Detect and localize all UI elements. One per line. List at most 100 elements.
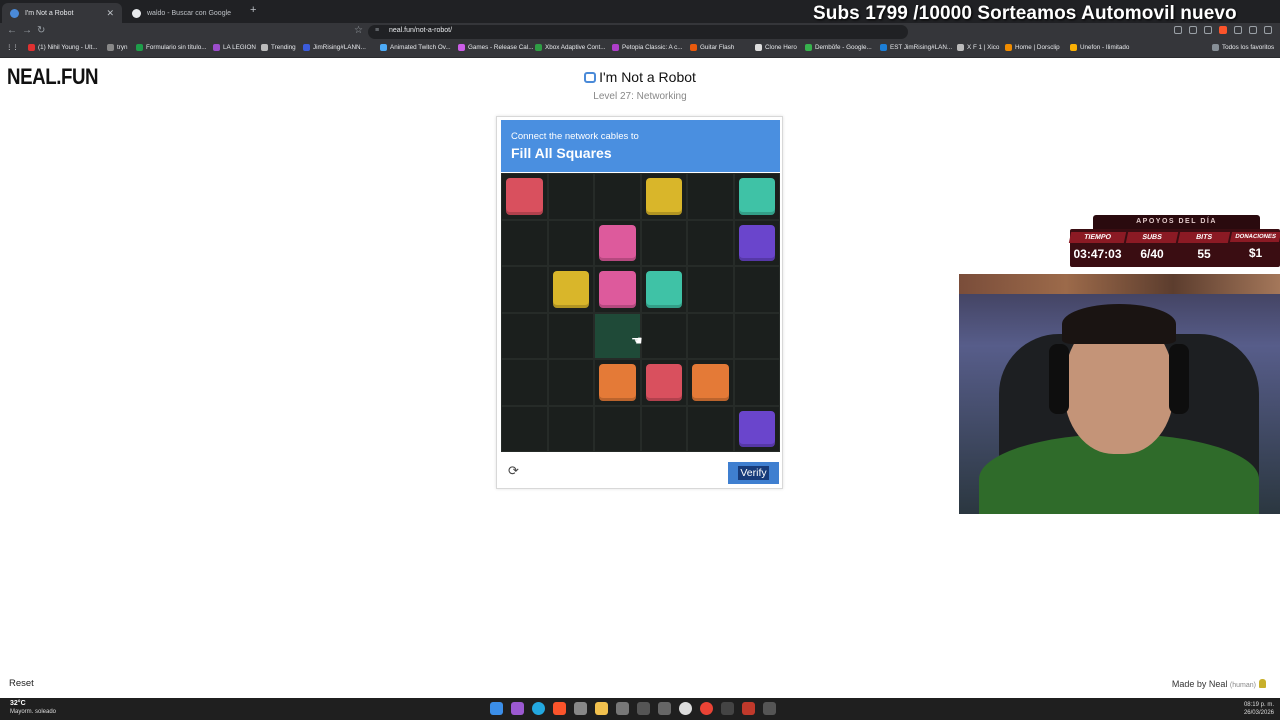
grid-cell[interactable] (733, 405, 780, 452)
grid-cell[interactable] (594, 405, 641, 452)
zoom-icon[interactable] (1189, 26, 1197, 34)
tab-waldo-search[interactable]: waldo - Buscar con Google (124, 3, 246, 23)
bookmark-item[interactable]: Petopia Classic: A c... (612, 44, 683, 51)
sidebar-icon[interactable] (1234, 26, 1242, 34)
bookmark-item[interactable]: LA LEGION (213, 44, 256, 51)
bookmark-item[interactable]: tryn (107, 44, 128, 51)
bookmark-item[interactable]: JimRising#LANN... (303, 44, 366, 51)
app-icon[interactable] (616, 702, 629, 715)
back-icon[interactable]: ← (7, 25, 17, 36)
network-node[interactable] (645, 178, 682, 215)
bookmark-item[interactable]: Clone Hero (755, 44, 797, 51)
site-info-icon[interactable]: ≡ (375, 27, 379, 34)
grid-cell[interactable] (733, 219, 780, 266)
bookmark-item[interactable]: Guitar Flash (690, 44, 734, 51)
media-icon[interactable] (721, 702, 734, 715)
bookmark-item[interactable]: Home | Dorsclip (1005, 44, 1060, 51)
forward-icon[interactable]: → (22, 25, 32, 36)
bookmark-item[interactable]: EST JimRising#LAN... (880, 44, 952, 51)
weather-widget[interactable]: 32°C Mayorm. soleado (10, 700, 56, 716)
grid-cell[interactable] (640, 312, 687, 359)
verify-button[interactable]: Verify (728, 462, 779, 484)
network-node[interactable] (645, 271, 682, 308)
grid-cell[interactable] (733, 266, 780, 313)
grid-cell[interactable] (640, 219, 687, 266)
refresh-icon[interactable]: ⟳ (506, 463, 521, 478)
network-node[interactable] (552, 271, 589, 308)
brave-icon[interactable] (553, 702, 566, 715)
bookmark-item[interactable]: Xbox Adaptive Cont... (535, 44, 606, 51)
grid-cell[interactable] (594, 266, 641, 313)
grid-cell[interactable] (547, 312, 594, 359)
app-icon[interactable] (637, 702, 650, 715)
grid-cell[interactable] (733, 173, 780, 220)
grid-cell[interactable] (547, 405, 594, 452)
bookmark-item[interactable]: Games - Release Cal... (458, 44, 533, 51)
tab-im-not-a-robot[interactable]: I'm Not a Robot ✕ (2, 3, 122, 23)
app-icon[interactable] (763, 702, 776, 715)
grid-cell[interactable] (547, 219, 594, 266)
grid-cell[interactable] (501, 173, 548, 220)
close-tab-icon[interactable]: ✕ (106, 8, 114, 19)
new-tab-icon[interactable]: + (250, 4, 256, 16)
network-node[interactable] (738, 178, 775, 215)
bookmark-item[interactable]: Formulario sin título... (136, 44, 207, 51)
grid-cell[interactable] (687, 359, 734, 406)
grid-cell[interactable] (687, 405, 734, 452)
menu-icon[interactable] (1264, 26, 1272, 34)
bookmark-item[interactable]: Animated Twitch Ov... (380, 44, 451, 51)
grid-cell[interactable] (733, 312, 780, 359)
app-icon[interactable] (574, 702, 587, 715)
edge-icon[interactable] (532, 702, 545, 715)
apps-icon[interactable]: ⋮⋮ (6, 44, 19, 51)
settings-icon[interactable] (658, 702, 671, 715)
bookmark-item[interactable]: (1) Nihil Young - Ult... (28, 44, 98, 51)
network-node[interactable] (599, 271, 636, 308)
network-node[interactable] (599, 364, 636, 401)
grid-cell[interactable] (687, 312, 734, 359)
bookmark-item[interactable]: Trending (261, 44, 296, 51)
grid-cell[interactable] (640, 266, 687, 313)
app-icon[interactable] (511, 702, 524, 715)
grid-cell[interactable] (547, 266, 594, 313)
chrome-icon[interactable] (700, 702, 713, 715)
network-node[interactable] (738, 224, 775, 261)
grid-cell[interactable] (640, 173, 687, 220)
share-icon[interactable] (1204, 26, 1212, 34)
grid-cell[interactable] (733, 359, 780, 406)
reload-icon[interactable]: ↻ (37, 25, 45, 36)
network-node[interactable] (645, 364, 682, 401)
all-bookmarks[interactable]: Todos los favoritos (1212, 44, 1274, 51)
network-node[interactable] (738, 410, 775, 447)
bookmark-item[interactable]: Dembōfe - Google... (805, 44, 872, 51)
start-icon[interactable] (490, 702, 503, 715)
obs-icon[interactable] (679, 702, 692, 715)
wallet-icon[interactable] (1249, 26, 1257, 34)
explorer-icon[interactable] (595, 702, 608, 715)
grid-cell[interactable] (501, 266, 548, 313)
grid-cell[interactable] (501, 405, 548, 452)
bookmark-item[interactable]: Unefon - Ilimitado (1070, 44, 1129, 51)
network-node[interactable] (599, 224, 636, 261)
grid-cell[interactable] (594, 359, 641, 406)
grid-cell[interactable] (547, 359, 594, 406)
grid-cell[interactable] (687, 219, 734, 266)
translate-icon[interactable] (1174, 26, 1182, 34)
bookmark-star-icon[interactable]: ☆ (354, 25, 363, 36)
network-node[interactable] (692, 364, 729, 401)
bookmark-item[interactable]: X F 1 | Xico (957, 44, 999, 51)
grid-cell[interactable] (501, 359, 548, 406)
grid-cell[interactable] (594, 219, 641, 266)
network-node[interactable] (506, 178, 543, 215)
app-icon[interactable] (742, 702, 755, 715)
grid-cell[interactable] (687, 266, 734, 313)
system-clock[interactable]: 08:19 p. m. 26/03/2026 (1244, 701, 1274, 717)
reset-button[interactable]: Reset (9, 678, 34, 689)
grid-cell[interactable] (594, 173, 641, 220)
grid-cell[interactable] (501, 312, 548, 359)
grid-cell[interactable] (640, 359, 687, 406)
grid-cell[interactable] (547, 173, 594, 220)
grid-cell[interactable] (640, 405, 687, 452)
address-bar[interactable]: ≡ neal.fun/not-a-robot/ (368, 25, 908, 39)
brave-shield-icon[interactable] (1219, 26, 1227, 34)
